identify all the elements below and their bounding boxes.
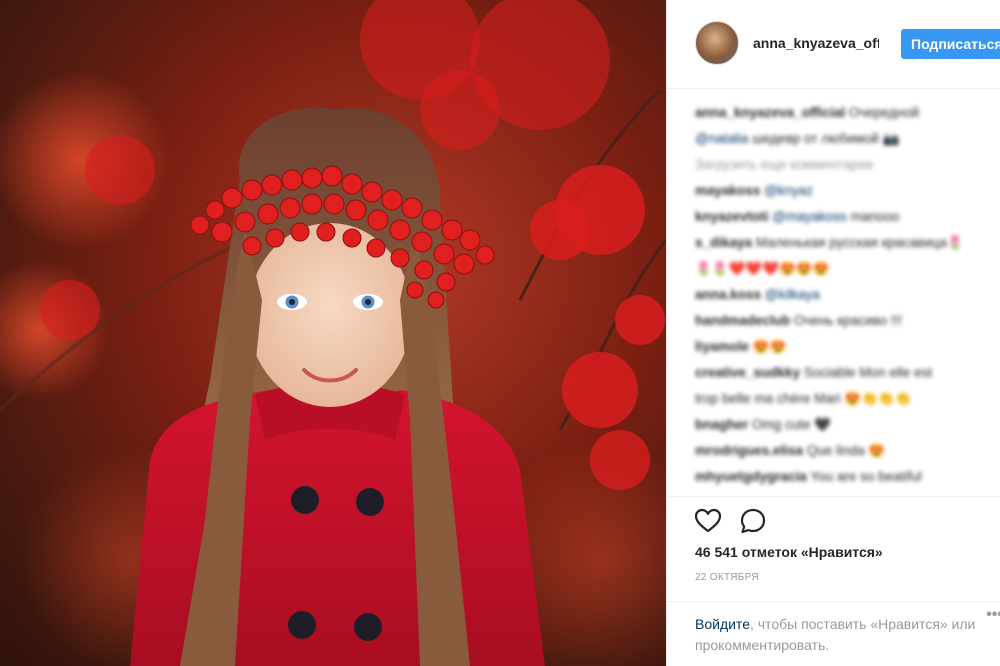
photo-illustration <box>0 0 666 666</box>
comment-username[interactable]: handmadeclub <box>695 313 790 328</box>
comment-mention[interactable]: @knyaz <box>764 183 813 198</box>
comment-text: trop belle ma chère Mari 😍👏👏👏 <box>695 391 912 406</box>
post-actions: 46 541 отметок «Нравится» 22 ОКТЯБРЯ Вой… <box>667 496 1000 657</box>
comment-username[interactable]: creative_sudkky <box>695 365 800 380</box>
comment-username[interactable]: mhyuetgdygracia <box>695 469 807 484</box>
comment-text: Sociable Mon elle est <box>803 365 933 380</box>
comment-text: шедевр от любимой 📷 <box>752 131 900 146</box>
comment-row: trop belle ma chère Mari 😍👏👏👏 <box>695 386 991 412</box>
comment-text: Que linda 😍 <box>806 443 886 458</box>
avatar[interactable] <box>695 21 739 65</box>
comment-text: manooo <box>850 209 900 224</box>
post-sidebar: anna_knyazeva_official Подписаться anna_… <box>666 0 1000 666</box>
comment-username[interactable]: bnagher <box>695 417 748 432</box>
comment-mention[interactable]: @natalia <box>695 131 749 146</box>
comment-username[interactable]: mrodrigues.elisa <box>695 443 803 458</box>
comment-username[interactable]: knyazevtoti <box>695 209 769 224</box>
comment-text: 🌷🌷❤️❤️❤️😍😍😍 <box>695 261 830 276</box>
comment-row: bnagher Omg cute 🖤 <box>695 412 991 438</box>
comment-username[interactable]: anna_knyazeva_official <box>695 105 845 120</box>
comment-row: mayakoss @knyaz <box>695 178 991 204</box>
comment-row: @natalia шедевр от любимой 📷 <box>695 126 991 152</box>
post-header: anna_knyazeva_official Подписаться <box>667 0 1000 89</box>
comment-mention[interactable]: @mayakoss <box>772 209 846 224</box>
username-link[interactable]: anna_knyazeva_official <box>753 35 879 51</box>
comment-text: Загрузить еще комментарии <box>695 157 874 172</box>
comment-row: creative_sudkky Sociable Mon elle est <box>695 360 991 386</box>
likes-count[interactable]: 46 541 отметок «Нравится» <box>695 544 883 560</box>
heart-icon[interactable] <box>694 507 722 535</box>
comment-row: anna_knyazeva_official Очередной <box>695 100 991 126</box>
comment-text: You are so beatiful <box>810 469 922 484</box>
login-prompt-text: Войдите, чтобы поставить «Нравится» или … <box>695 614 985 656</box>
comment-username[interactable]: s_dikaya <box>695 235 752 250</box>
comment-row: mrodrigues.elisa Que linda 😍 <box>695 438 991 464</box>
comment-row: knyazevtoti @mayakoss manooo <box>695 204 991 230</box>
comments-list: anna_knyazeva_official Очередной @natalia… <box>695 100 991 496</box>
speech-bubble-icon[interactable] <box>739 507 767 535</box>
comment-row: s_dikaya Маленькая русская красавица🌷 <box>695 230 991 256</box>
comment-text: 😍😍 <box>752 339 787 354</box>
post-photo[interactable] <box>0 0 666 666</box>
comment-text: Очень красиво !!! <box>794 313 903 328</box>
comment-row: mhyuetgdygracia You are so beatiful <box>695 464 991 490</box>
login-link[interactable]: Войдите <box>695 616 750 632</box>
comment-username[interactable]: mayakoss <box>695 183 760 198</box>
comment-row: 🌷🌷❤️❤️❤️😍😍😍 <box>695 256 991 282</box>
comment-row: handmadeclub Очень красиво !!! <box>695 308 991 334</box>
comment-text: Omg cute 🖤 <box>752 417 832 432</box>
comment-username[interactable]: anna.koss <box>695 287 761 302</box>
more-options-icon[interactable]: ••• <box>986 606 1000 624</box>
follow-button[interactable]: Подписаться <box>901 29 1000 59</box>
comment-text: Очередной <box>848 105 919 120</box>
comment-mention[interactable]: @kilkaya <box>765 287 820 302</box>
comment-row: anna.koss @kilkaya <box>695 282 991 308</box>
comment-row: liyamole 😍😍 <box>695 334 991 360</box>
comment-username[interactable]: liyamole <box>695 339 749 354</box>
load-more-comments[interactable]: Загрузить еще комментарии <box>695 152 991 178</box>
comment-text: Маленькая русская красавица🌷 <box>755 235 964 250</box>
login-prompt: Войдите, чтобы поставить «Нравится» или … <box>667 601 1000 653</box>
post-date[interactable]: 22 ОКТЯБРЯ <box>695 572 759 583</box>
